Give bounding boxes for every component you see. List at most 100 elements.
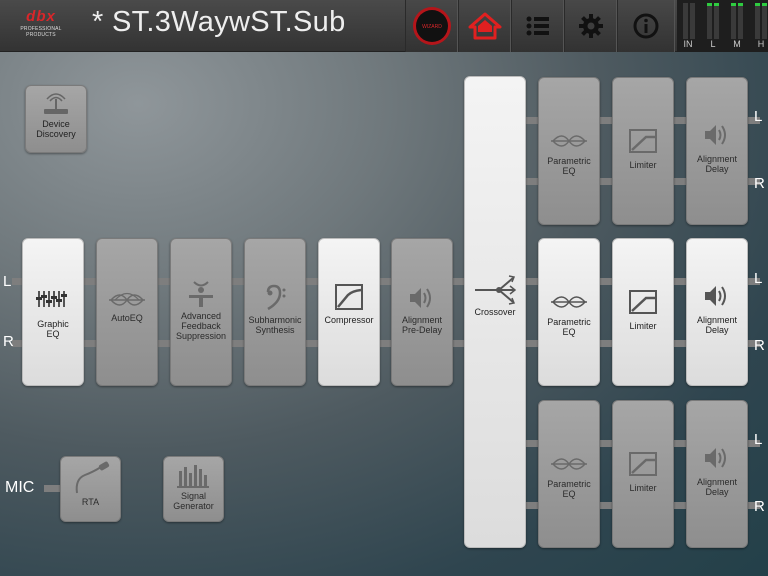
meter-l xyxy=(707,3,712,39)
crossover-block[interactable]: Crossover xyxy=(464,76,526,548)
level-meters[interactable]: IN L M H xyxy=(677,0,768,52)
output-2-limiter-block[interactable]: Limiter xyxy=(612,238,674,386)
speaker-icon xyxy=(705,448,726,468)
auto-eq-label: AutoEQ xyxy=(111,313,143,323)
meter-label-h: H xyxy=(757,39,765,49)
home-icon xyxy=(468,12,501,40)
output-1-peq-label: Parametric EQ xyxy=(547,156,591,176)
input-right-label: R xyxy=(3,333,14,350)
meter-h xyxy=(755,3,760,39)
alignment-pre-delay-block[interactable]: Alignment Pre-Delay xyxy=(391,238,453,386)
output-3-parametric-eq-block[interactable]: Parametric EQ xyxy=(538,400,600,548)
graphic-eq-label: Graphic EQ xyxy=(37,319,69,339)
bass-clef-icon xyxy=(266,284,286,311)
limiter-icon xyxy=(629,452,657,476)
meter-peak xyxy=(738,3,743,6)
top-bar: dbx PROFESSIONAL PRODUCTS * ST.3WaywST.S… xyxy=(0,0,768,52)
meter-peak xyxy=(714,3,719,6)
list-icon xyxy=(526,16,549,36)
rta-label: RTA xyxy=(81,497,100,507)
gear-icon xyxy=(578,14,603,38)
svg-text:WIZARD: WIZARD xyxy=(422,24,442,30)
alignment-pre-delay-label: Alignment Pre-Delay xyxy=(401,315,443,335)
wizard-icon: WIZARD xyxy=(412,7,451,45)
signal-generator-button[interactable]: Signal Generator xyxy=(163,456,224,522)
output-2-parametric-eq-block[interactable]: Parametric EQ xyxy=(538,238,600,386)
meter-in xyxy=(683,3,688,39)
feedback-suppression-icon xyxy=(189,281,213,307)
meter-h-2 xyxy=(762,3,767,39)
device-discovery-button[interactable]: Device Discovery xyxy=(25,85,87,153)
output-2-delay-label: Alignment Delay xyxy=(696,315,738,335)
limiter-icon xyxy=(629,290,657,314)
output-2-peq-label: Parametric EQ xyxy=(547,317,591,337)
meter-label-l: L xyxy=(710,39,716,49)
speaker-icon xyxy=(410,288,431,308)
signal-generator-icon xyxy=(176,465,209,488)
crossover-label: Crossover xyxy=(474,307,516,317)
parametric-eq-icon xyxy=(551,458,587,470)
device-discovery-label: Device Discovery xyxy=(36,119,76,139)
output-1-limiter-label: Limiter xyxy=(629,160,657,170)
parametric-eq-icon xyxy=(551,296,587,308)
output-3-delay-label: Alignment Delay xyxy=(696,477,738,497)
output-3-limiter-block[interactable]: Limiter xyxy=(612,400,674,548)
microphone-cable-icon xyxy=(75,461,109,494)
meter-in-2 xyxy=(690,3,695,39)
meter-peak xyxy=(762,3,767,6)
output-3-alignment-delay-block[interactable]: Alignment Delay xyxy=(686,400,748,548)
meter-l-2 xyxy=(714,3,719,39)
input-left-label: L xyxy=(3,273,12,290)
meter-peak xyxy=(707,3,712,6)
speaker-icon xyxy=(705,125,726,145)
meter-m-2 xyxy=(738,3,743,39)
brand-mark: dbx xyxy=(26,8,56,25)
graphic-eq-block[interactable]: Graphic EQ xyxy=(22,238,84,386)
meter-label-m: M xyxy=(733,39,741,49)
preset-list-button[interactable] xyxy=(511,0,564,52)
output-2-right-label: R xyxy=(754,337,765,354)
speaker-icon xyxy=(705,286,726,306)
output-2-alignment-delay-block[interactable]: Alignment Delay xyxy=(686,238,748,386)
output-2-left-label: L xyxy=(754,270,763,287)
parametric-eq-icon xyxy=(109,292,145,306)
output-3-left-label: L xyxy=(754,431,763,448)
output-1-delay-label: Alignment Delay xyxy=(696,154,738,174)
info-button[interactable] xyxy=(617,0,675,52)
feedback-suppression-label: Advanced Feedback Suppression xyxy=(175,311,227,341)
brand-subtitle: PROFESSIONAL PRODUCTS xyxy=(20,26,62,38)
feedback-suppression-block[interactable]: Advanced Feedback Suppression xyxy=(170,238,232,386)
meter-label-in: IN xyxy=(683,39,693,49)
mic-label: MIC xyxy=(5,479,35,496)
output-1-alignment-delay-block[interactable]: Alignment Delay xyxy=(686,77,748,225)
limiter-icon xyxy=(629,129,657,153)
compressor-icon xyxy=(335,284,363,310)
graphic-eq-icon xyxy=(36,291,67,307)
meter-peak xyxy=(731,3,736,6)
settings-button[interactable] xyxy=(564,0,617,52)
home-button[interactable] xyxy=(458,0,511,52)
output-1-right-label: R xyxy=(754,175,765,192)
output-1-left-label: L xyxy=(754,108,763,125)
info-icon xyxy=(633,13,659,39)
meter-m xyxy=(731,3,736,39)
meter-peak xyxy=(755,3,760,6)
signal-generator-label: Signal Generator xyxy=(173,491,214,511)
output-1-parametric-eq-block[interactable]: Parametric EQ xyxy=(538,77,600,225)
output-1-limiter-block[interactable]: Limiter xyxy=(612,77,674,225)
output-3-limiter-label: Limiter xyxy=(629,483,657,493)
parametric-eq-icon xyxy=(551,135,587,147)
compressor-label: Compressor xyxy=(324,315,374,325)
output-2-limiter-label: Limiter xyxy=(629,321,657,331)
wizard-button[interactable]: WIZARD xyxy=(405,0,458,52)
page-title: * ST.3WaywST.Sub xyxy=(92,6,346,38)
subharmonic-synthesis-label: Subharmonic Synthesis xyxy=(248,315,302,335)
rta-button[interactable]: RTA xyxy=(60,456,121,522)
crossover-icon xyxy=(475,275,517,305)
wifi-router-icon xyxy=(44,93,68,114)
auto-eq-block[interactable]: AutoEQ xyxy=(96,238,158,386)
subharmonic-synthesis-block[interactable]: Subharmonic Synthesis xyxy=(244,238,306,386)
output-3-peq-label: Parametric EQ xyxy=(547,479,591,499)
compressor-block[interactable]: Compressor xyxy=(318,238,380,386)
output-3-right-label: R xyxy=(754,498,765,515)
